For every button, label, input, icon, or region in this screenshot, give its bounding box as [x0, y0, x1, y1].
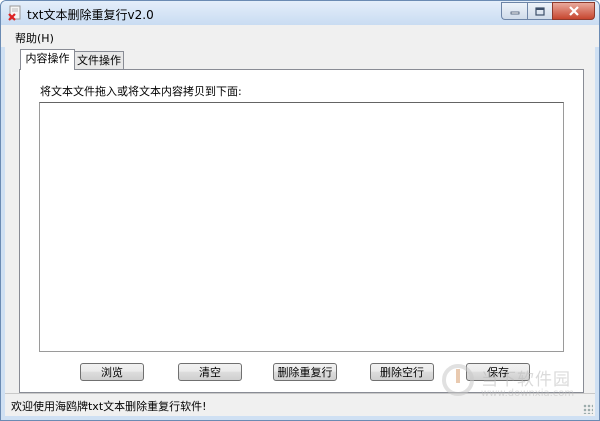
minimize-icon [510, 11, 519, 15]
app-window: txt文本删除重复行v2.0 帮助(H) 内容操作 文件操作 将文本文件拖入或将… [0, 0, 600, 421]
menu-bar: 帮助(H) [1, 25, 599, 47]
minimize-button[interactable] [501, 2, 527, 20]
maximize-icon [535, 6, 545, 16]
browse-button[interactable]: 浏览 [80, 363, 144, 381]
tab-file-ops[interactable]: 文件操作 [74, 51, 124, 69]
app-icon [8, 5, 21, 21]
window-title: txt文本删除重复行v2.0 [27, 8, 154, 22]
drop-instruction-label: 将文本文件拖入或将文本内容拷贝到下面: [40, 85, 242, 98]
save-button[interactable]: 保存 [466, 363, 530, 381]
tab-content-ops[interactable]: 内容操作 [20, 49, 75, 70]
close-icon [568, 6, 579, 16]
window-controls [501, 2, 595, 20]
client-area: 内容操作 文件操作 将文本文件拖入或将文本内容拷贝到下面: 浏览 清空 删除重复… [5, 47, 595, 416]
resize-grip-icon[interactable] [583, 404, 593, 414]
title-bar[interactable]: txt文本删除重复行v2.0 [1, 1, 599, 25]
close-button[interactable] [552, 2, 595, 20]
maximize-button[interactable] [527, 2, 552, 20]
remove-duplicates-button[interactable]: 删除重复行 [273, 363, 337, 381]
tab-panel: 将文本文件拖入或将文本内容拷贝到下面: 浏览 清空 删除重复行 删除空行 保存 [19, 69, 584, 393]
status-bar: 欢迎使用海鸥牌txt文本删除重复行软件! [5, 393, 595, 416]
clear-button[interactable]: 清空 [178, 363, 242, 381]
content-textarea[interactable] [39, 102, 564, 352]
remove-blank-lines-button[interactable]: 删除空行 [370, 363, 434, 381]
menu-help[interactable]: 帮助(H) [15, 30, 54, 46]
status-text: 欢迎使用海鸥牌txt文本删除重复行软件! [11, 400, 207, 413]
